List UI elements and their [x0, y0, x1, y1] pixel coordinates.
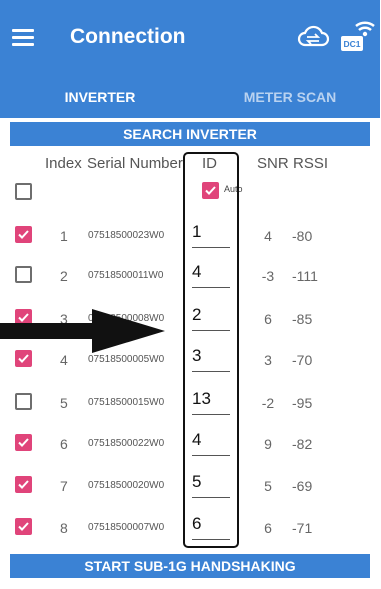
- row-rssi: -71: [292, 520, 313, 536]
- row-rssi: -95: [292, 395, 313, 411]
- row-checkbox[interactable]: [15, 393, 32, 410]
- search-inverter-button[interactable]: SEARCH INVERTER: [10, 122, 370, 146]
- row-rssi: -70: [292, 352, 313, 368]
- row-checkbox[interactable]: [15, 518, 32, 535]
- row-snr: 6: [264, 311, 272, 327]
- app-bar: Connection DC1: [0, 0, 380, 78]
- select-all-checkbox[interactable]: [15, 183, 32, 200]
- header-serial-number: Serial Number: [87, 155, 183, 172]
- row-checkbox[interactable]: [15, 434, 32, 451]
- header-snr: SNR: [257, 155, 289, 172]
- cloud-sync-icon[interactable]: [296, 22, 330, 50]
- row-serial-number: 07518500011W0: [88, 270, 164, 281]
- row-serial-number: 07518500007W0: [88, 522, 165, 533]
- page-title: Connection: [70, 25, 186, 48]
- row-snr: 3: [264, 352, 272, 368]
- row-rssi: -80: [292, 228, 313, 244]
- row-snr: -2: [261, 395, 275, 411]
- row-rssi: -69: [292, 478, 313, 494]
- header-rssi: RSSI: [293, 155, 329, 172]
- row-serial-number: 07518500023W0: [88, 230, 165, 241]
- app-screen: Connection DC1 INVERTER METER SCAN SEARC…: [0, 0, 380, 589]
- tab-meter-scan[interactable]: METER SCAN: [200, 85, 380, 109]
- start-handshaking-button[interactable]: START SUB-1G HANDSHAKING: [10, 554, 370, 578]
- hamburger-menu-icon[interactable]: [12, 29, 34, 47]
- row-checkbox[interactable]: [15, 476, 32, 493]
- row-index: 7: [60, 478, 68, 494]
- tab-selected-indicator: [0, 114, 200, 118]
- row-index: 5: [60, 395, 68, 411]
- row-index: 2: [60, 268, 68, 284]
- row-snr: -3: [261, 268, 275, 284]
- row-checkbox[interactable]: [15, 266, 32, 283]
- row-serial-number: 07518500020W0: [88, 480, 165, 491]
- tab-inverter[interactable]: INVERTER: [0, 85, 200, 109]
- id-column-highlight-box: [183, 152, 239, 548]
- header-index: Index: [45, 155, 82, 172]
- tab-bar: INVERTER METER SCAN: [0, 78, 380, 118]
- dc1-wifi-device-icon[interactable]: DC1: [340, 16, 376, 54]
- row-rssi: -111: [292, 268, 318, 284]
- row-index: 8: [60, 520, 68, 536]
- row-snr: 9: [264, 436, 272, 452]
- row-checkbox[interactable]: [15, 226, 32, 243]
- row-snr: 6: [264, 520, 272, 536]
- row-snr: 5: [264, 478, 272, 494]
- row-index: 1: [60, 228, 68, 244]
- row-rssi: -82: [292, 436, 313, 452]
- row-snr: 4: [264, 228, 272, 244]
- row-serial-number: 07518500022W0: [88, 438, 165, 449]
- row-serial-number: 07518500015W0: [88, 397, 165, 408]
- row-rssi: -85: [292, 311, 313, 327]
- annotation-arrow: [0, 309, 165, 353]
- row-index: 6: [60, 436, 68, 452]
- device-badge-text: DC1: [343, 39, 360, 49]
